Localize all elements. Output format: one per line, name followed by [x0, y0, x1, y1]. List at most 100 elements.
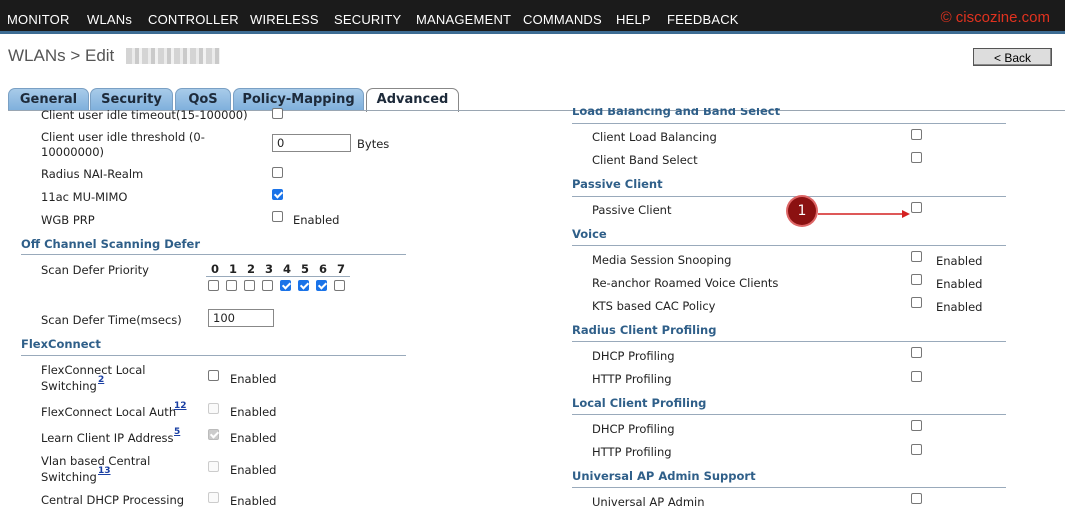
priority-2-checkbox[interactable]	[244, 280, 255, 291]
annotation-arrow-icon	[818, 210, 910, 218]
client-lb-checkbox[interactable]	[911, 129, 922, 140]
page-title: WLANs > Edit	[8, 46, 115, 65]
priority-7-checkbox[interactable]	[334, 280, 345, 291]
reanchor-enabled: Enabled	[936, 277, 983, 291]
menu-monitor[interactable]: MONITOR	[7, 12, 70, 27]
reanchor-checkbox[interactable]	[911, 274, 922, 285]
priority-5-checkbox[interactable]	[298, 280, 309, 291]
flex-local-auth-enabled: Enabled	[230, 405, 277, 419]
priority-4-checkbox[interactable]	[280, 280, 291, 291]
tab-qos[interactable]: QoS	[175, 88, 231, 110]
lb-section-title: Load Balancing and Band Select	[572, 104, 781, 118]
vlan-central-label-2: Switching	[41, 470, 97, 484]
priority-4: 4	[282, 262, 291, 276]
media-snooping-enabled: Enabled	[936, 254, 983, 268]
scan-priority-label: Scan Defer Priority	[41, 263, 149, 277]
menu-security[interactable]: SECURITY	[334, 12, 401, 27]
priority-6: 6	[318, 262, 327, 276]
local-profiling-section-title: Local Client Profiling	[572, 396, 707, 410]
central-dhcp-enabled: Enabled	[230, 494, 277, 508]
idle-timeout-checkbox[interactable]	[272, 108, 283, 119]
priority-1: 1	[228, 262, 237, 276]
media-snooping-checkbox[interactable]	[911, 251, 922, 262]
tab-general[interactable]: General	[8, 88, 89, 110]
back-button[interactable]: < Back	[973, 48, 1052, 66]
uap-divider	[572, 487, 1006, 488]
wgb-prp-checkbox[interactable]	[272, 211, 283, 222]
flex-local-auth-footnote[interactable]: 12	[174, 401, 187, 411]
scan-time-input[interactable]: 100	[208, 309, 274, 327]
radius-nai-checkbox[interactable]	[272, 167, 283, 178]
lb-divider	[572, 123, 1006, 124]
menu-management[interactable]: MANAGEMENT	[416, 12, 511, 27]
local-http-profiling-checkbox[interactable]	[911, 444, 922, 455]
radius-profiling-divider	[572, 341, 1006, 342]
menu-wireless[interactable]: WIRELESS	[250, 12, 319, 27]
menu-wlans[interactable]: WLANs	[87, 12, 132, 27]
menu-commands[interactable]: COMMANDS	[523, 12, 602, 27]
radius-dhcp-profiling-checkbox[interactable]	[911, 347, 922, 358]
kts-enabled: Enabled	[936, 300, 983, 314]
menu-controller[interactable]: CONTROLLER	[148, 12, 239, 27]
radius-http-profiling-checkbox[interactable]	[911, 371, 922, 382]
priority-3: 3	[264, 262, 273, 276]
idle-threshold-label: Client user idle threshold (0-	[41, 130, 205, 144]
tab-security[interactable]: Security	[90, 88, 173, 110]
bytes-unit: Bytes	[357, 137, 390, 151]
priority-0-checkbox[interactable]	[208, 280, 219, 291]
flexconnect-section-title: FlexConnect	[21, 337, 101, 351]
uap-admin-checkbox[interactable]	[911, 493, 922, 504]
radius-nai-label: Radius NAI-Realm	[41, 167, 144, 181]
flex-local-switching-checkbox[interactable]	[208, 370, 219, 381]
priority-7: 7	[336, 262, 345, 276]
uap-section-title: Universal AP Admin Support	[572, 469, 756, 483]
voice-section-title: Voice	[572, 227, 607, 241]
mu-mimo-checkbox[interactable]	[272, 189, 283, 200]
kts-label: KTS based CAC Policy	[592, 299, 716, 313]
learn-ip-enabled: Enabled	[230, 431, 277, 445]
offchannel-divider	[21, 254, 406, 255]
radius-http-profiling-label: HTTP Profiling	[592, 372, 672, 386]
passive-client-checkbox[interactable]	[911, 202, 922, 213]
top-menu-bar: MONITOR WLANs CONTROLLER WIRELESS SECURI…	[0, 0, 1065, 34]
priority-2: 2	[246, 262, 255, 276]
local-dhcp-profiling-checkbox[interactable]	[911, 420, 922, 431]
menu-help[interactable]: HELP	[616, 12, 651, 27]
flex-local-switching-footnote[interactable]: 2	[98, 375, 104, 385]
priority-6-checkbox[interactable]	[316, 280, 327, 291]
uap-admin-label: Universal AP Admin	[592, 495, 705, 509]
passive-divider	[572, 196, 1006, 197]
priority-1-checkbox[interactable]	[226, 280, 237, 291]
local-profiling-divider	[572, 414, 1006, 415]
vlan-central-footnote[interactable]: 13	[98, 466, 111, 476]
radius-profiling-section-title: Radius Client Profiling	[572, 323, 717, 337]
voice-divider	[572, 245, 1006, 246]
learn-ip-label: Learn Client IP Address	[41, 431, 174, 445]
scan-time-label: Scan Defer Time(msecs)	[41, 313, 182, 327]
vlan-central-label: Vlan based Central	[41, 454, 151, 468]
idle-threshold-input[interactable]: 0	[272, 134, 351, 152]
flex-local-switching-label: FlexConnect Local	[41, 363, 146, 377]
media-snooping-label: Media Session Snooping	[592, 253, 732, 267]
flex-local-switching-enabled: Enabled	[230, 372, 277, 386]
blurred-wlan-name	[126, 48, 220, 64]
tab-advanced[interactable]: Advanced	[366, 88, 459, 112]
offchannel-section-title: Off Channel Scanning Defer	[21, 237, 201, 251]
annotation-marker: 1	[788, 197, 816, 225]
client-band-checkbox[interactable]	[911, 152, 922, 163]
central-dhcp-checkbox	[208, 492, 219, 503]
vlan-central-checkbox	[208, 461, 219, 472]
local-dhcp-profiling-label: DHCP Profiling	[592, 422, 675, 436]
priority-divider	[206, 276, 350, 277]
wgb-prp-label: WGB PRP	[41, 213, 95, 227]
learn-ip-footnote[interactable]: 5	[174, 427, 180, 437]
kts-checkbox[interactable]	[911, 297, 922, 308]
local-http-profiling-label: HTTP Profiling	[592, 445, 672, 459]
tab-policy-mapping[interactable]: Policy-Mapping	[233, 88, 364, 110]
flexconnect-divider	[21, 355, 406, 356]
learn-ip-checkbox	[208, 429, 219, 440]
flex-local-auth-checkbox	[208, 403, 219, 414]
priority-3-checkbox[interactable]	[262, 280, 273, 291]
priority-5: 5	[300, 262, 309, 276]
menu-feedback[interactable]: FEEDBACK	[667, 12, 739, 27]
